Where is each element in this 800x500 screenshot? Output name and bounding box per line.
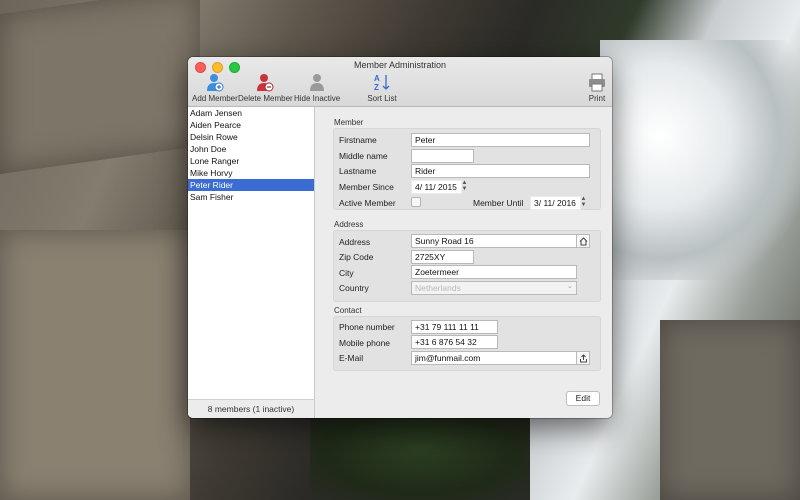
app-window: Member Administration Add Member Delete … xyxy=(188,57,612,418)
country-label: Country xyxy=(339,283,369,293)
email-field[interactable]: jim@funmail.com xyxy=(411,351,577,365)
member-until-label: Member Until xyxy=(473,198,524,208)
active-member-label: Active Member xyxy=(339,198,396,208)
sort-list-button[interactable]: A Z Sort List xyxy=(364,73,400,103)
city-field[interactable]: Zoetermeer xyxy=(411,265,577,279)
title-bar: Member Administration Add Member Delete … xyxy=(188,57,612,107)
svg-text:A: A xyxy=(374,74,380,83)
lastname-label: Lastname xyxy=(339,166,377,176)
member-list-item[interactable]: Peter Rider xyxy=(188,179,314,191)
member-list-item[interactable]: John Doe xyxy=(188,143,314,155)
member-section-title: Member xyxy=(334,118,364,127)
send-email-button[interactable] xyxy=(576,351,590,365)
background-wall-right xyxy=(660,320,800,500)
add-member-label: Add Member xyxy=(192,94,238,103)
member-until-stepper[interactable]: ▲ ▼ xyxy=(580,196,587,208)
share-icon xyxy=(579,353,587,362)
middlename-label: Middle name xyxy=(339,151,388,161)
printer-icon xyxy=(589,73,605,92)
contact-section-title: Contact xyxy=(334,306,362,315)
lastname-field[interactable]: Rider xyxy=(411,164,590,178)
sort-az-icon: A Z xyxy=(374,74,390,92)
firstname-label: Firstname xyxy=(339,135,377,145)
mobile-phone-label: Mobile phone xyxy=(339,338,391,348)
member-list-item[interactable]: Adam Jensen xyxy=(188,107,314,119)
member-since-stepper[interactable]: ▲ ▼ xyxy=(461,180,468,192)
mobile-phone-field[interactable]: +31 6 876 54 32 xyxy=(411,335,498,349)
member-since-date-field[interactable]: 4/ 11/ 2015 xyxy=(411,180,462,194)
chevron-down-icon: ⌄ xyxy=(567,283,573,290)
add-member-button[interactable]: Add Member xyxy=(192,73,238,103)
print-button[interactable]: Print xyxy=(586,73,608,103)
member-list: Adam Jensen Aiden Pearce Delsin Rowe John D… xyxy=(188,107,314,203)
hide-inactive-button[interactable]: Hide Inactive xyxy=(294,73,340,103)
email-label: E-Mail xyxy=(339,353,364,363)
address-section-title: Address xyxy=(334,220,364,229)
member-until-date-field[interactable]: 3/ 11/ 2016 xyxy=(530,196,581,210)
sort-list-label: Sort List xyxy=(367,94,397,103)
member-list-panel: Adam Jensen Aiden Pearce Delsin Rowe John D… xyxy=(188,107,315,418)
phone-number-field[interactable]: +31 79 111 11 11 xyxy=(411,320,498,334)
member-count-footer: 8 members (1 inactive) xyxy=(188,399,314,418)
background-wall-lower xyxy=(0,230,190,500)
svg-text:Z: Z xyxy=(374,83,379,92)
print-label: Print xyxy=(588,94,606,103)
member-list-item[interactable]: Mike Horvy xyxy=(188,167,314,179)
address-label: Address xyxy=(339,237,371,247)
country-select[interactable]: Netherlands xyxy=(411,281,577,295)
member-list-item[interactable]: Lone Ranger xyxy=(188,155,314,167)
address-field[interactable]: Sunny Road 16 xyxy=(411,234,577,248)
show-address-button[interactable] xyxy=(576,234,590,248)
member-since-label: Member Since xyxy=(339,182,394,192)
home-icon xyxy=(579,236,587,245)
member-list-item[interactable]: Aiden Pearce xyxy=(188,119,314,131)
edit-button[interactable]: Edit xyxy=(566,391,600,406)
zip-code-field[interactable]: 2725XY xyxy=(411,250,474,264)
middlename-field[interactable] xyxy=(411,149,474,163)
add-person-icon xyxy=(207,74,224,92)
delete-person-icon xyxy=(257,74,274,92)
background-waterfall xyxy=(600,40,800,280)
member-detail-panel: Member Firstname Peter Middle name Lastn… xyxy=(315,107,612,418)
background-wall-left xyxy=(0,0,200,175)
firstname-field[interactable]: Peter xyxy=(411,133,590,147)
member-list-item[interactable]: Delsin Rowe xyxy=(188,131,314,143)
zip-code-label: Zip Code xyxy=(339,252,374,262)
window-title: Member Administration xyxy=(353,60,447,70)
hide-inactive-label: Hide Inactive xyxy=(294,94,341,103)
active-member-checkbox[interactable] xyxy=(411,197,421,207)
city-label: City xyxy=(339,268,354,278)
inactive-person-icon xyxy=(310,74,324,91)
member-list-item[interactable]: Sam Fisher xyxy=(188,191,314,203)
delete-member-label: Delete Member xyxy=(238,94,293,103)
delete-member-button[interactable]: Delete Member xyxy=(238,73,293,103)
phone-number-label: Phone number xyxy=(339,322,395,332)
